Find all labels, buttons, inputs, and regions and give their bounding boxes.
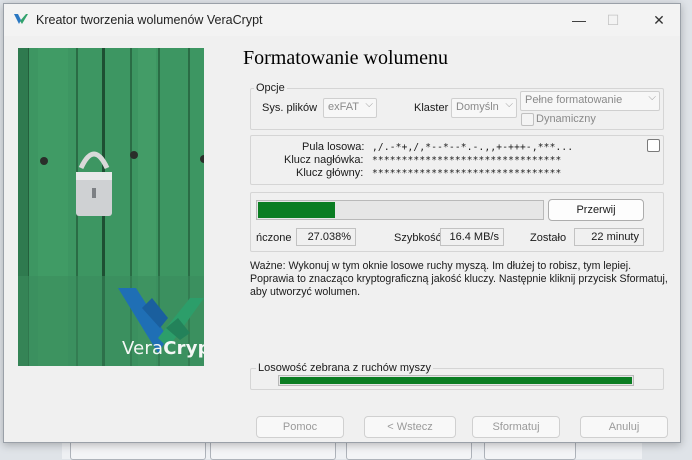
background-button (210, 440, 336, 460)
dynamic-label: Dynamiczny (536, 113, 596, 125)
abort-button[interactable]: Przerwij (548, 199, 644, 221)
random-pool-label: Pula losowa: (302, 141, 365, 153)
background-button (346, 440, 472, 460)
master-key-label: Klucz główny: (296, 167, 364, 179)
speed-label: Szybkość (394, 232, 442, 244)
veracrypt-app-icon (14, 14, 28, 24)
cancel-button[interactable]: Anuluj (580, 416, 668, 438)
help-button[interactable]: Pomoc (256, 416, 344, 438)
time-left-label: Zostało (530, 232, 567, 244)
header-key-value: ******************************** (372, 155, 562, 166)
window-title: Kreator tworzenia wolumenów VeraCrypt (36, 13, 263, 27)
cluster-value: Domyśln (456, 101, 499, 113)
wizard-side-image: VeraCrypt (18, 48, 204, 366)
format-mode-select[interactable]: Pełne formatowanie ⌵ (520, 91, 660, 111)
speed-value: 16.4 MB/s (440, 228, 504, 246)
filesystem-value: exFAT (328, 101, 359, 113)
dynamic-checkbox[interactable] (521, 113, 534, 126)
veracrypt-brand-text: VeraCrypt (122, 338, 204, 359)
chevron-down-icon: ⌵ (648, 92, 656, 103)
entropy-progress-fill (280, 377, 632, 384)
chevron-down-icon: ⌵ (365, 99, 373, 110)
chevron-down-icon: ⌵ (505, 99, 513, 110)
time-left-value: 22 minuty (574, 228, 644, 246)
format-mode-value: Pełne formatowanie (525, 94, 623, 106)
filesystem-label: Sys. plików (262, 102, 318, 114)
padlock-door-picture (18, 48, 204, 366)
header-key-label: Klucz nagłówka: (284, 154, 364, 166)
entropy-label: Losowość zebrana z ruchów myszy (256, 362, 434, 374)
entropy-progress-bar (278, 375, 634, 386)
background-button (70, 440, 206, 460)
cluster-select[interactable]: Domyśln ⌵ (451, 98, 517, 118)
format-button[interactable]: Sformatuj (472, 416, 560, 438)
close-button[interactable]: ✕ (644, 10, 674, 30)
master-key-value: ******************************** (372, 168, 562, 179)
show-keys-checkbox[interactable] (647, 139, 660, 152)
format-progress-bar (256, 200, 544, 220)
cluster-label: Klaster (414, 102, 449, 114)
filesystem-select[interactable]: exFAT ⌵ (323, 98, 377, 118)
random-pool-value: ,/.-*+,/,*--*--*.-.,,+-+++-,***... (372, 142, 574, 153)
page-title: Formatowanie wolumenu (243, 47, 448, 69)
title-bar[interactable]: Kreator tworzenia wolumenów VeraCrypt — … (4, 4, 680, 36)
maximize-button[interactable]: ☐ (598, 10, 628, 30)
done-value: 27.038% (296, 228, 356, 246)
mouse-movement-notice: Ważne: Wykonuj w tym oknie losowe ruchy … (250, 260, 668, 298)
options-legend: Opcje (254, 82, 287, 94)
format-progress-fill (258, 202, 335, 218)
back-button[interactable]: < Wstecz (364, 416, 456, 438)
minimize-button[interactable]: — (564, 10, 594, 30)
background-button (484, 440, 576, 460)
done-label: ńczone (256, 232, 292, 244)
